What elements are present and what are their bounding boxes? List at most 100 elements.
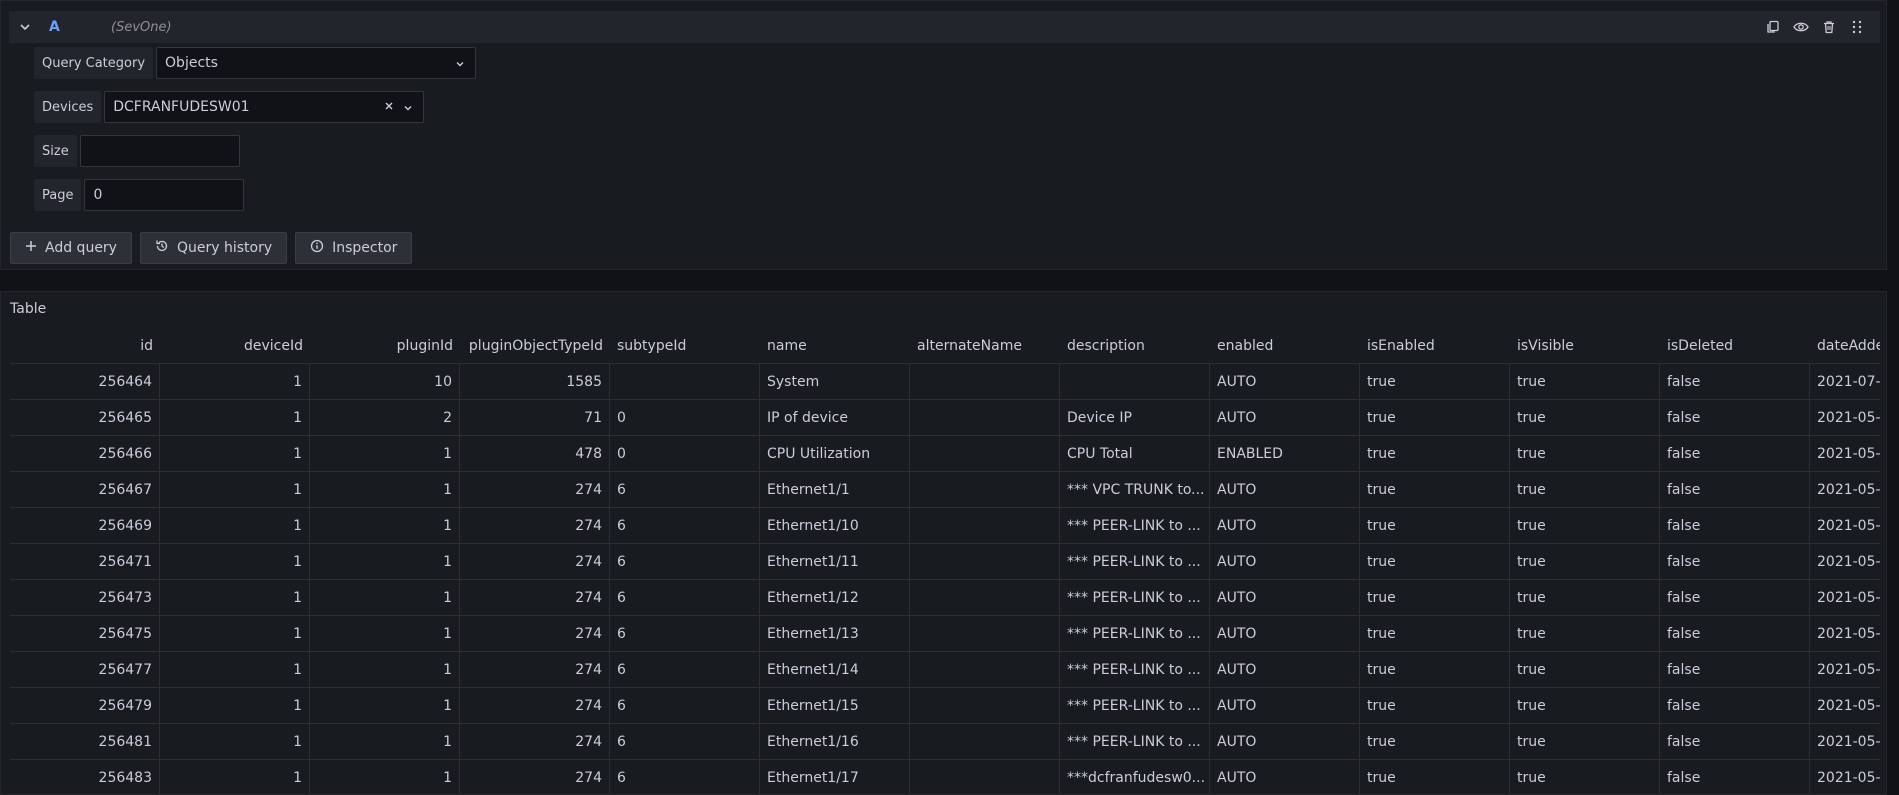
column-header[interactable]: isEnabled <box>1360 328 1510 363</box>
inspector-button[interactable]: Inspector <box>295 232 413 264</box>
table-cell: 274 <box>460 652 610 687</box>
table-cell: true <box>1510 364 1660 399</box>
table-cell: AUTO <box>1210 688 1360 723</box>
table-cell: *** PEER-LINK to ... <box>1060 616 1210 651</box>
column-header[interactable]: alternateName <box>910 328 1060 363</box>
table-cell: 10 <box>310 364 460 399</box>
query-actions <box>1764 11 1866 43</box>
query-letter[interactable]: A <box>49 19 89 35</box>
column-header[interactable]: enabled <box>1210 328 1360 363</box>
page-input[interactable] <box>84 179 245 211</box>
devices-value: DCFRANFUDESW01 <box>113 99 250 115</box>
table-cell: 2021-05- <box>1810 544 1880 579</box>
column-header[interactable]: dateAdde <box>1810 328 1880 363</box>
table-cell: true <box>1510 472 1660 507</box>
table-cell: Device IP <box>1060 400 1210 435</box>
table-row: 256466 1 1 478 0 CPU Utilization CPU Total ENAB… <box>10 436 1880 472</box>
column-header[interactable]: pluginId <box>310 328 460 363</box>
table-cell: true <box>1510 652 1660 687</box>
table-cell: false <box>1660 364 1810 399</box>
table-cell: 6 <box>610 652 760 687</box>
table-cell: AUTO <box>1210 472 1360 507</box>
query-category-value: Objects <box>165 55 218 71</box>
table-cell: 1 <box>310 688 460 723</box>
table-header-row: id deviceId pluginId pluginObjectTypeId … <box>10 328 1880 364</box>
table-cell: 1 <box>160 760 310 794</box>
table-cell: 256483 <box>10 760 160 794</box>
table-row: 256464 1 10 1585 System AUTO true true false 2021… <box>10 364 1880 400</box>
table-row: 256465 1 2 71 0 IP of device Device IP AUTO true… <box>10 400 1880 436</box>
table-cell: 1 <box>160 364 310 399</box>
table-cell: CPU Total <box>1060 436 1210 471</box>
table-cell <box>910 724 1060 759</box>
table-cell: 2021-05- <box>1810 724 1880 759</box>
query-editor-panel: A (SevOne) Query Category Objects Device… <box>0 0 1887 270</box>
drag-handle-icon[interactable] <box>1848 18 1866 36</box>
table-cell: 1 <box>310 724 460 759</box>
table-cell <box>910 472 1060 507</box>
chevron-down-icon <box>455 57 465 73</box>
query-history-label: Query history <box>176 240 273 256</box>
info-circle-icon <box>310 239 324 257</box>
table-cell: AUTO <box>1210 580 1360 615</box>
column-header[interactable]: isDeleted <box>1660 328 1810 363</box>
table-cell: 256466 <box>10 436 160 471</box>
table-cell: AUTO <box>1210 616 1360 651</box>
table-cell <box>610 364 760 399</box>
table-cell <box>910 760 1060 794</box>
table-cell: 2021-07- <box>1810 364 1880 399</box>
table-cell: 2021-05- <box>1810 688 1880 723</box>
table-cell: AUTO <box>1210 652 1360 687</box>
column-header[interactable]: pluginObjectTypeId <box>460 328 610 363</box>
query-row-header: A (SevOne) <box>9 11 1880 43</box>
column-header[interactable]: id <box>10 328 160 363</box>
copy-icon[interactable] <box>1764 18 1782 36</box>
table-cell: false <box>1660 580 1810 615</box>
table-cell: 274 <box>460 508 610 543</box>
table-cell <box>910 688 1060 723</box>
query-category-row: Query Category Objects <box>34 47 477 79</box>
table-cell: true <box>1510 436 1660 471</box>
table-cell <box>910 616 1060 651</box>
inspector-label: Inspector <box>332 240 398 256</box>
table-cell: 274 <box>460 760 610 794</box>
size-input[interactable] <box>79 135 240 167</box>
query-history-button[interactable]: Query history <box>139 232 288 264</box>
add-query-button[interactable]: Add query <box>10 232 132 264</box>
table-cell: AUTO <box>1210 544 1360 579</box>
table-cell: 6 <box>610 580 760 615</box>
table-row: 256467 1 1 274 6 Ethernet1/1 *** VPC TRUNK to.… <box>10 472 1880 508</box>
table-cell: 274 <box>460 688 610 723</box>
table-row: 256475 1 1 274 6 Ethernet1/13 *** PEER-LINK to… <box>10 616 1880 652</box>
table-cell: false <box>1660 508 1810 543</box>
table-cell: 478 <box>460 436 610 471</box>
table-cell: true <box>1510 508 1660 543</box>
eye-icon[interactable] <box>1792 18 1810 36</box>
column-header[interactable]: deviceId <box>160 328 310 363</box>
table-cell: true <box>1360 364 1510 399</box>
devices-select[interactable]: DCFRANFUDESW01 <box>104 91 425 123</box>
table-cell <box>910 544 1060 579</box>
table-cell: 2021-05- <box>1810 580 1880 615</box>
data-table: id deviceId pluginId pluginObjectTypeId … <box>10 328 1880 794</box>
size-row: Size <box>34 135 240 167</box>
chevron-down-icon[interactable] <box>9 11 41 43</box>
table-cell: 1 <box>160 544 310 579</box>
devices-row: Devices DCFRANFUDESW01 <box>34 91 425 123</box>
column-header[interactable]: description <box>1060 328 1210 363</box>
column-header[interactable]: name <box>760 328 910 363</box>
column-header[interactable]: isVisible <box>1510 328 1660 363</box>
column-header[interactable]: subtypeId <box>610 328 760 363</box>
table-cell: 1 <box>310 544 460 579</box>
close-icon[interactable] <box>383 100 395 116</box>
table-cell: 6 <box>610 508 760 543</box>
table-cell: AUTO <box>1210 364 1360 399</box>
table-cell: 1 <box>160 436 310 471</box>
query-category-select[interactable]: Objects <box>156 47 477 79</box>
table-cell: false <box>1660 616 1810 651</box>
table-cell: 1 <box>160 688 310 723</box>
table-cell: true <box>1360 760 1510 794</box>
table-cell: 2021-05- <box>1810 616 1880 651</box>
trash-icon[interactable] <box>1820 18 1838 36</box>
table-cell: 1 <box>160 616 310 651</box>
